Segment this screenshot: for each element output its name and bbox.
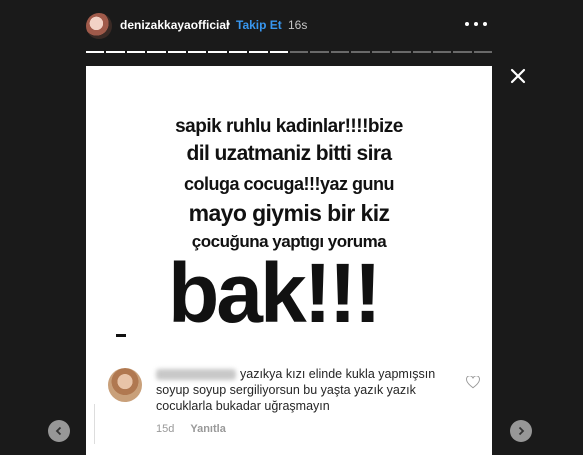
progress-segment (310, 51, 329, 53)
close-icon[interactable] (508, 66, 528, 86)
progress-segment (188, 51, 207, 53)
heart-icon[interactable] (466, 376, 480, 389)
story-text-line: sapik ruhlu kadinlar!!!!bize (175, 116, 403, 137)
comment-meta: 15d Yanıtla (156, 423, 226, 435)
story-text-line: dil uzatmaniz bitti sira (186, 142, 393, 165)
progress-segment (208, 51, 227, 53)
avatar[interactable] (86, 13, 112, 39)
story-header: denizakkayaofficial • Takip Et 16s (0, 0, 583, 56)
divider (116, 334, 126, 337)
chevron-right-icon (518, 426, 525, 436)
timestamp: 16s (288, 18, 308, 32)
previous-story-button[interactable] (48, 420, 70, 442)
progress-segment (106, 51, 125, 53)
more-horizontal-icon[interactable] (465, 14, 487, 34)
story-content[interactable]: sapik ruhlu kadinlar!!!!bize dil uzatman… (86, 66, 492, 455)
progress-segment (453, 51, 472, 53)
separator: • (226, 17, 231, 31)
progress-segment (228, 51, 248, 53)
progress-segment (351, 51, 370, 53)
progress-segment (330, 51, 350, 53)
progress-segment (126, 51, 146, 53)
progress-segment (269, 51, 289, 53)
progress-segment (392, 51, 411, 53)
progress-segment (167, 51, 187, 53)
progress-segment (473, 51, 493, 53)
reply-button[interactable]: Yanıtla (190, 423, 225, 435)
follow-button[interactable]: Takip Et (236, 18, 282, 32)
chevron-left-icon (55, 426, 62, 436)
progress-segment (249, 51, 268, 53)
comment-text: yazıkya kızı elinde kukla yapmışsın soyu… (156, 367, 436, 413)
comment-text-container: yazıkya kızı elinde kukla yapmışsın soyu… (156, 366, 456, 414)
progress-segment (412, 51, 431, 53)
comment-age: 15d (156, 423, 175, 435)
divider (94, 404, 95, 444)
commenter-avatar[interactable] (108, 368, 142, 402)
story-progress-bar (86, 51, 493, 53)
progress-segment (290, 51, 309, 53)
comment: yazıkya kızı elinde kukla yapmışsın soyu… (86, 354, 492, 455)
next-story-button[interactable] (510, 420, 532, 442)
progress-segment (371, 51, 391, 53)
username[interactable]: denizakkayaofficial (120, 18, 229, 32)
progress-segment (86, 51, 105, 53)
progress-segment (432, 51, 452, 53)
story-text-line: coluga cocuga!!!yaz gunu (183, 174, 395, 194)
story-text-line: mayo giymis bir kiz (188, 200, 390, 226)
story-big-text: bak!!! (168, 246, 382, 340)
progress-segment (147, 51, 166, 53)
